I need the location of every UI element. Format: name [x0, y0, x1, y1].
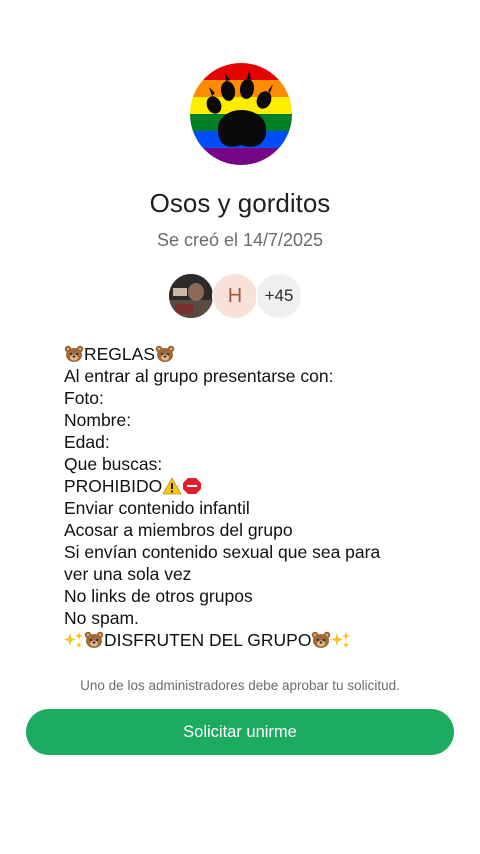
- sparkles-icon: [331, 631, 351, 649]
- request-join-button[interactable]: Solicitar unirme: [26, 709, 454, 755]
- description-line: No spam.: [64, 608, 139, 628]
- member-avatar-initial[interactable]: H: [212, 273, 258, 319]
- description-title-line: REGLAS: [64, 343, 444, 365]
- member-avatars[interactable]: H +45: [168, 273, 318, 321]
- approval-note: Uno de los administradores debe aprobar …: [80, 678, 400, 693]
- description-prohibido-line: PROHIBIDO: [64, 475, 444, 497]
- description-line: Nombre:: [64, 410, 132, 430]
- description-prohibido: PROHIBIDO: [64, 476, 163, 496]
- member-avatar-photo[interactable]: [168, 273, 214, 319]
- description-title: REGLAS: [84, 344, 155, 364]
- member-count-more[interactable]: +45: [256, 273, 302, 319]
- bear-icon: [84, 631, 104, 649]
- stop-sign-icon: [183, 478, 202, 494]
- group-created-date: Se creó el 14/7/2025: [156, 230, 324, 250]
- description-line: Enviar contenido infantil: [64, 498, 250, 518]
- description-line: Foto:: [64, 388, 104, 408]
- group-description: REGLAS Al entrar al grupo presentarse co…: [64, 343, 444, 651]
- description-line: Si envían contenido sexual que sea para: [64, 542, 381, 562]
- bear-icon: [311, 631, 331, 649]
- group-avatar-rainbow-paw-icon[interactable]: [190, 63, 292, 165]
- description-line: Acosar a miembros del grupo: [64, 520, 293, 540]
- group-name: Osos y gorditos: [149, 188, 331, 218]
- bear-icon: [155, 345, 175, 363]
- bear-icon: [64, 345, 84, 363]
- description-line: Que buscas:: [64, 454, 163, 474]
- sparkles-icon: [64, 631, 84, 649]
- description-closing-line: DISFRUTEN DEL GRUPO: [64, 629, 444, 651]
- warning-icon: [162, 477, 182, 495]
- description-line: ver una sola vez: [64, 564, 192, 584]
- description-line: No links de otros grupos: [64, 586, 253, 606]
- description-line: Edad:: [64, 432, 110, 452]
- description-closing: DISFRUTEN DEL GRUPO: [104, 630, 312, 650]
- description-line: Al entrar al grupo presentarse con:: [64, 366, 334, 386]
